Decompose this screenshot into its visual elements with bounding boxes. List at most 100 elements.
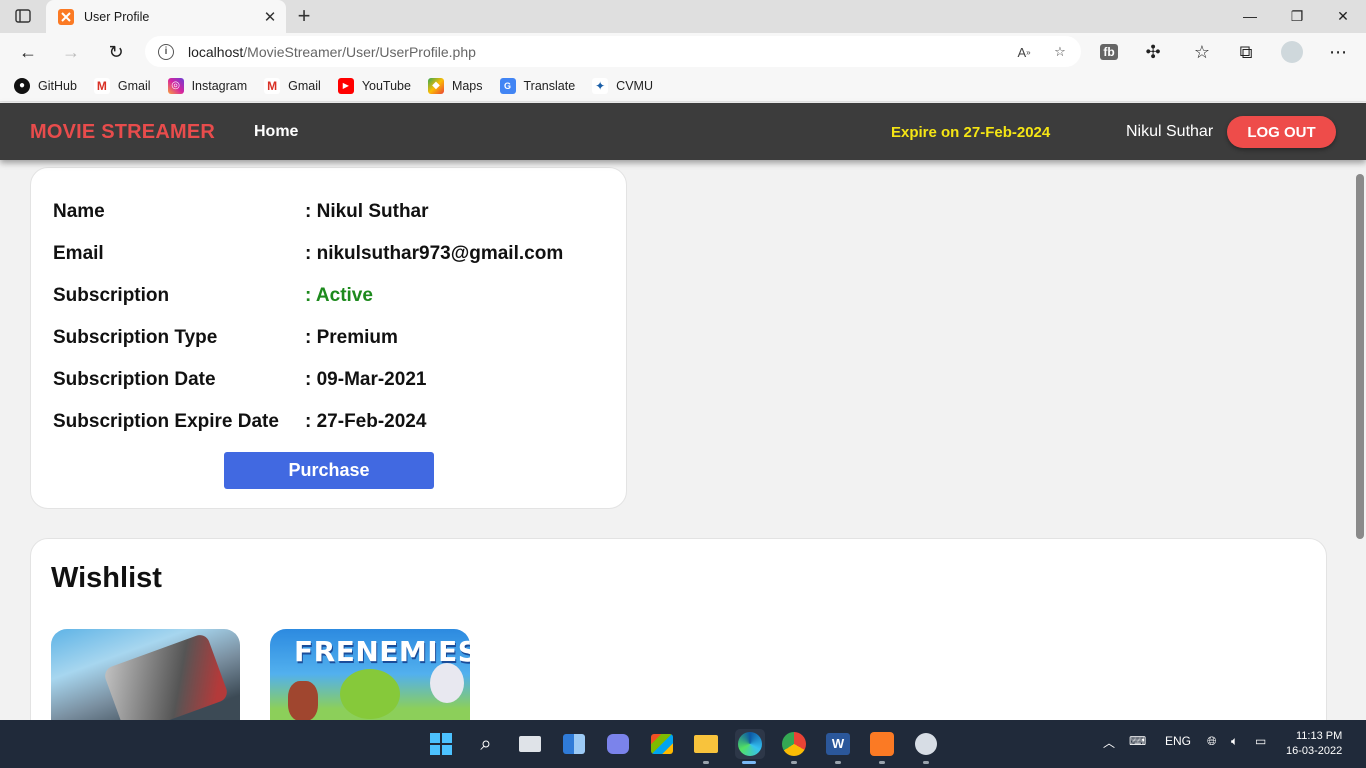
instagram-icon: ◎ xyxy=(167,77,184,94)
task-view-icon[interactable] xyxy=(515,729,545,759)
tab-actions-icon[interactable] xyxy=(12,7,34,25)
profile-row-subscription: Subscription : Active xyxy=(53,285,373,309)
volume-icon[interactable]: 🔈︎ xyxy=(1231,734,1238,749)
bookmark-cvmu[interactable]: ✦ CVMU xyxy=(592,77,653,94)
favorites-icon[interactable]: ☆ xyxy=(1191,41,1213,63)
extensions-icon[interactable]: ✣ xyxy=(1142,41,1164,63)
profile-label: Subscription Expire Date xyxy=(53,411,279,432)
collections-icon[interactable]: ⧉ xyxy=(1235,41,1257,63)
profile-label: Subscription Date xyxy=(53,369,216,390)
site-info-icon[interactable]: i xyxy=(158,43,174,60)
word-icon[interactable]: W xyxy=(823,729,853,759)
file-explorer-icon[interactable] xyxy=(691,729,721,759)
xampp-icon[interactable] xyxy=(867,729,897,759)
profile-label: Subscription xyxy=(53,285,170,306)
bookmark-gmail[interactable]: M Gmail xyxy=(93,77,151,94)
windows-taskbar: ⌕ W ︿ ⌨ ENG 🌐︎ 🔈︎ ▭ 11:13 PM 16-03-2022 xyxy=(0,720,1366,768)
store-icon[interactable] xyxy=(647,729,677,759)
language-indicator[interactable]: ENG xyxy=(1165,734,1191,748)
add-favorite-icon[interactable]: ☆ xyxy=(1051,44,1069,60)
extension-fb-icon[interactable]: fb xyxy=(1098,41,1120,63)
running-indicator xyxy=(923,761,929,764)
profile-row-name: Name : Nikul Suthar xyxy=(53,201,429,225)
taskbar-clock[interactable]: 11:13 PM 16-03-2022 xyxy=(1286,729,1342,759)
profile-avatar-icon[interactable] xyxy=(1281,41,1303,63)
more-options-icon[interactable]: ⋯ xyxy=(1327,41,1349,63)
page-content: Name : Nikul Suthar Email : nikulsuthar9… xyxy=(0,160,1366,720)
start-icon[interactable] xyxy=(426,729,456,759)
search-icon[interactable]: ⌕ xyxy=(471,729,501,759)
profile-value: : Nikul Suthar xyxy=(305,201,429,222)
chrome-icon[interactable] xyxy=(779,729,809,759)
profile-row-email: Email : nikulsuthar973@gmail.com xyxy=(53,243,563,267)
profile-value: : Premium xyxy=(305,327,398,348)
back-icon[interactable]: ← xyxy=(17,41,39,63)
forward-icon[interactable]: → xyxy=(60,41,82,63)
bookmark-instagram[interactable]: ◎ Instagram xyxy=(167,77,247,94)
network-icon[interactable]: 🌐︎ xyxy=(1207,734,1217,749)
github-icon: ● xyxy=(14,77,30,94)
poster-artwork xyxy=(288,681,318,720)
profile-label: Subscription Type xyxy=(53,327,218,348)
cvmu-icon: ✦ xyxy=(592,77,609,94)
username: Nikul Suthar xyxy=(1126,123,1214,140)
show-hidden-icons-icon[interactable]: ︿ xyxy=(1103,734,1115,751)
tab-title: User Profile xyxy=(84,9,150,24)
maps-icon: ◆ xyxy=(427,77,444,94)
bookmark-github[interactable]: ● GitHub xyxy=(14,77,77,94)
poster-artwork xyxy=(340,669,400,719)
browser-toolbar: ← → ↻ i localhost/MovieStreamer/User/Use… xyxy=(0,33,1366,70)
profile-row-subscription-type: Subscription Type : Premium xyxy=(53,327,398,351)
restore-icon[interactable]: ❐ xyxy=(1285,6,1309,26)
xampp-favicon-icon xyxy=(58,8,74,25)
expire-notice: Expire on 27-Feb-2024 xyxy=(891,124,1051,141)
bookmark-maps[interactable]: ◆ Maps xyxy=(427,77,483,94)
browser-tab-strip: User Profile ✕ + — ❐ ✕ xyxy=(0,0,1366,33)
clock-time: 11:13 PM xyxy=(1296,730,1343,742)
clock-date: 16-03-2022 xyxy=(1286,745,1343,757)
browser-tab[interactable]: User Profile ✕ xyxy=(46,0,286,33)
running-indicator xyxy=(791,761,797,764)
tab-close-icon[interactable]: ✕ xyxy=(262,9,278,26)
battery-icon[interactable]: ▭ xyxy=(1255,734,1266,748)
bookmark-gmail-2[interactable]: M Gmail xyxy=(264,77,321,94)
wishlist-poster[interactable]: FRENEMIES xyxy=(270,629,470,720)
wishlist-poster[interactable] xyxy=(51,629,240,720)
reload-icon[interactable]: ↻ xyxy=(105,41,127,63)
wishlist-card: Wishlist FRENEMIES xyxy=(30,538,1327,720)
profile-value: : 27-Feb-2024 xyxy=(305,411,427,432)
bookmark-youtube[interactable]: ▶ YouTube xyxy=(337,77,411,94)
teams-chat-icon[interactable] xyxy=(603,729,633,759)
subscription-status: : Active xyxy=(305,285,373,306)
keyboard-icon[interactable]: ⌨ xyxy=(1129,734,1146,748)
read-aloud-icon[interactable]: A» xyxy=(1015,44,1033,60)
widgets-icon[interactable] xyxy=(559,729,589,759)
profile-value: : nikulsuthar973@gmail.com xyxy=(305,243,564,264)
app-icon[interactable] xyxy=(911,729,941,759)
profile-value: : 09-Mar-2021 xyxy=(305,369,427,390)
site-navbar: MOVIE STREAMER Home Expire on 27-Feb-202… xyxy=(0,103,1366,160)
running-indicator xyxy=(835,761,841,764)
running-indicator xyxy=(879,761,885,764)
url-text: localhost/MovieStreamer/User/UserProfile… xyxy=(188,43,476,60)
youtube-icon: ▶ xyxy=(337,77,354,94)
brand-logo[interactable]: MOVIE STREAMER xyxy=(30,121,215,144)
scrollbar-thumb[interactable] xyxy=(1356,174,1364,539)
profile-label: Email xyxy=(53,243,104,264)
edge-icon[interactable] xyxy=(735,729,765,759)
address-bar[interactable]: i localhost/MovieStreamer/User/UserProfi… xyxy=(145,36,1081,67)
running-indicator xyxy=(703,761,709,764)
minimize-icon[interactable]: — xyxy=(1238,6,1262,26)
profile-row-subscription-date: Subscription Date : 09-Mar-2021 xyxy=(53,369,426,393)
logout-button[interactable]: LOG OUT xyxy=(1227,116,1336,148)
translate-icon: G xyxy=(499,77,516,94)
home-link[interactable]: Home xyxy=(254,123,298,141)
bookmarks-bar: ● GitHub M Gmail ◎ Instagram M Gmail ▶ YouTub… xyxy=(0,70,1366,102)
purchase-button[interactable]: Purchase xyxy=(224,452,434,489)
bookmark-translate[interactable]: G Translate xyxy=(499,77,575,94)
new-tab-icon[interactable]: + xyxy=(292,5,316,27)
close-window-icon[interactable]: ✕ xyxy=(1331,6,1355,26)
profile-label: Name xyxy=(53,201,105,222)
wishlist-title: Wishlist xyxy=(51,562,162,594)
page-scrollbar[interactable] xyxy=(1354,160,1366,720)
